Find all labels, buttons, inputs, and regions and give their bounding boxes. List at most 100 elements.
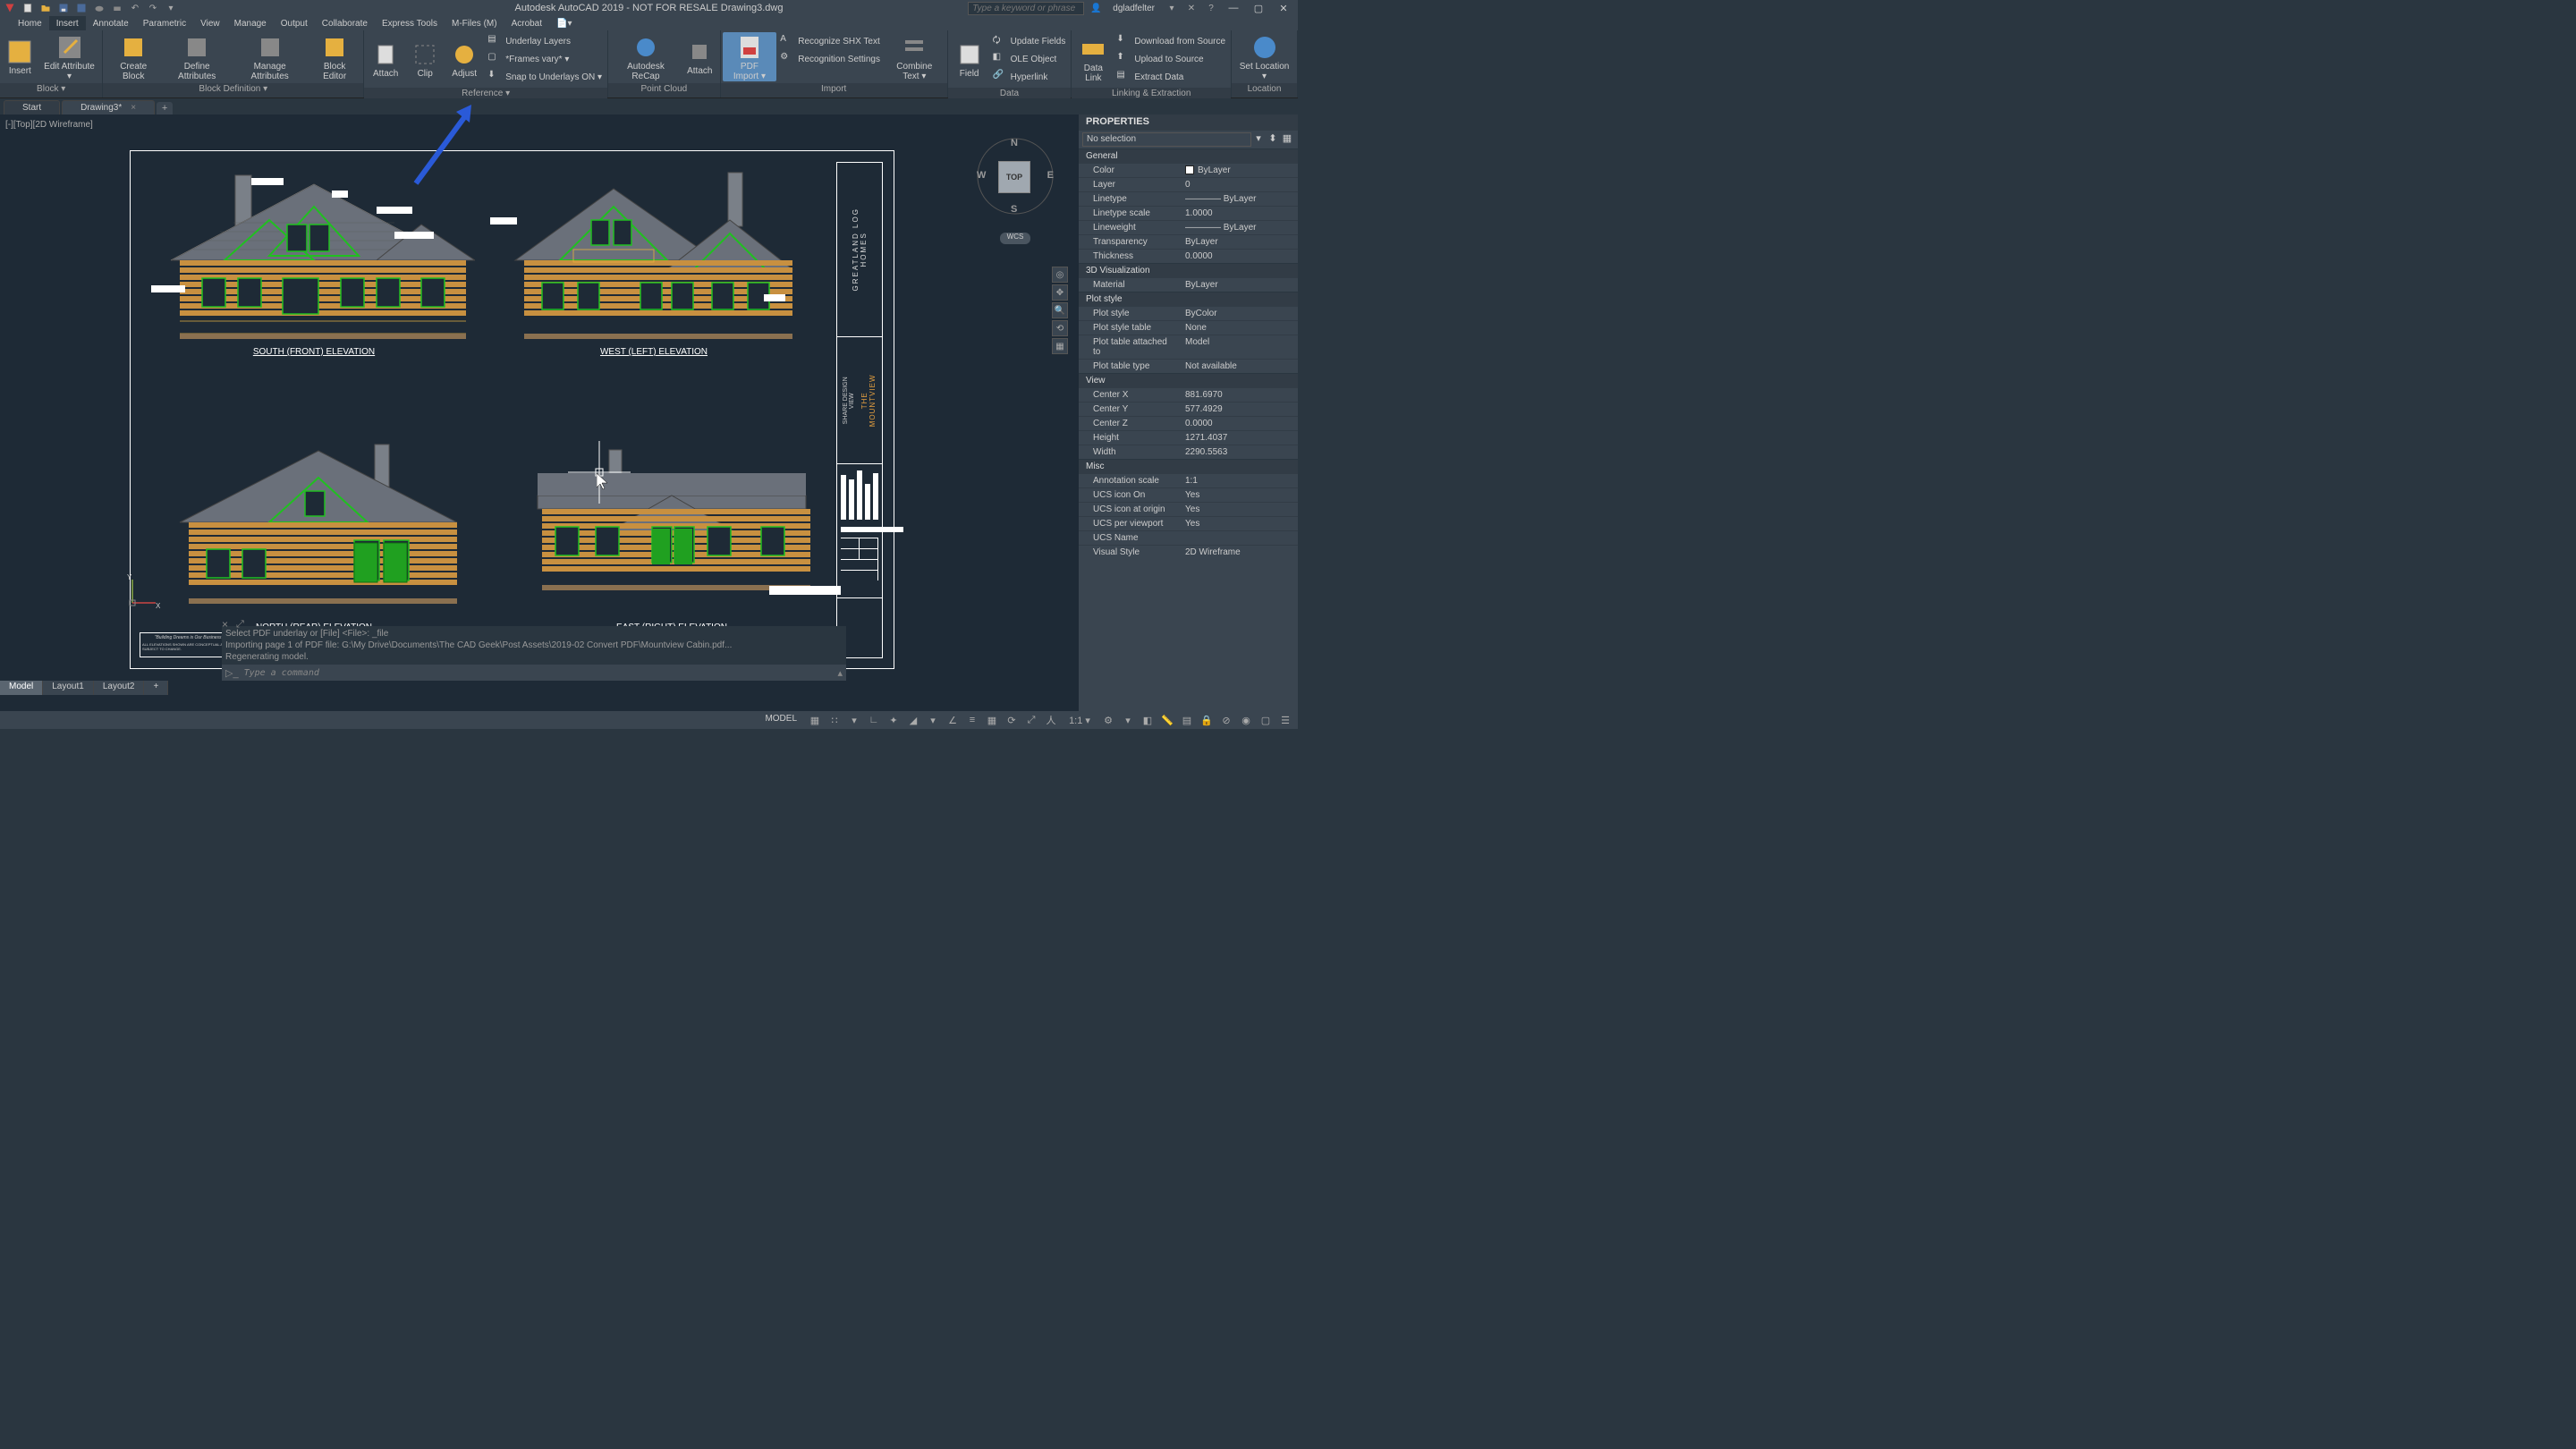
status-snap-icon[interactable]: ∷: [826, 712, 843, 728]
menu-annotate[interactable]: Annotate: [86, 16, 136, 30]
prop-value[interactable]: 1:1: [1182, 475, 1298, 487]
attach-button[interactable]: Attach: [366, 32, 405, 86]
data-link-button[interactable]: Data Link: [1073, 32, 1113, 86]
prop-row[interactable]: Plot styleByColor: [1079, 306, 1298, 320]
ole-object-button[interactable]: ◧OLE Object: [989, 50, 1070, 68]
prop-value[interactable]: ———— ByLayer: [1182, 222, 1298, 233]
underlay-layers-button[interactable]: ▤Underlay Layers: [484, 32, 606, 50]
tab-start[interactable]: Start: [4, 100, 60, 114]
prop-row[interactable]: Thickness0.0000: [1079, 249, 1298, 263]
clip-button[interactable]: Clip: [405, 32, 445, 86]
new-icon[interactable]: [20, 0, 36, 16]
share-icon[interactable]: ▾: [1164, 0, 1180, 16]
prop-section-general[interactable]: General: [1079, 148, 1298, 163]
snap-underlays-button[interactable]: ⬇Snap to Underlays ON ▾: [484, 68, 606, 86]
prop-value[interactable]: 0: [1182, 179, 1298, 191]
status-monitor-icon[interactable]: ◧: [1139, 712, 1157, 728]
status-model[interactable]: MODEL: [758, 712, 804, 728]
prop-value[interactable]: Yes: [1182, 518, 1298, 530]
status-hardware-icon[interactable]: ◉: [1237, 712, 1255, 728]
prop-value[interactable]: 0.0000: [1182, 250, 1298, 262]
prop-row[interactable]: Center Y577.4929: [1079, 402, 1298, 416]
status-osnap-icon[interactable]: ▾: [924, 712, 942, 728]
viewport[interactable]: [-][Top][2D Wireframe] N S E W TOP WCS ◎…: [0, 114, 1079, 711]
prop-value[interactable]: 0.0000: [1182, 418, 1298, 429]
prop-row[interactable]: Height1271.4037: [1079, 430, 1298, 445]
app-logo[interactable]: [2, 0, 18, 16]
minimize-button[interactable]: —: [1223, 0, 1244, 16]
prop-section-misc[interactable]: Misc: [1079, 459, 1298, 473]
menu-mfilesm[interactable]: M-Files (M): [445, 16, 504, 30]
saveas-icon[interactable]: [73, 0, 89, 16]
qat-dropdown[interactable]: ▾: [163, 0, 179, 16]
cmd-handle-icon[interactable]: ⤢: [236, 619, 244, 631]
edit-attribute-button[interactable]: Edit Attribute ▾: [38, 32, 101, 81]
prop-value[interactable]: 1.0000: [1182, 208, 1298, 219]
prop-row[interactable]: MaterialByLayer: [1079, 277, 1298, 292]
prop-row[interactable]: UCS icon OnYes: [1079, 487, 1298, 502]
status-lwt-icon[interactable]: ≡: [963, 712, 981, 728]
status-infer-icon[interactable]: ▾: [845, 712, 863, 728]
status-polar-icon[interactable]: ✦: [885, 712, 902, 728]
help-icon[interactable]: ?: [1203, 0, 1219, 16]
status-units-icon[interactable]: 📏: [1158, 712, 1176, 728]
prop-row[interactable]: Lineweight———— ByLayer: [1079, 220, 1298, 234]
prop-value[interactable]: Model: [1182, 336, 1298, 358]
status-scale[interactable]: 1:1 ▾: [1062, 712, 1097, 728]
prop-row[interactable]: TransparencyByLayer: [1079, 234, 1298, 249]
layout-tab-model[interactable]: Model: [0, 681, 43, 695]
insert-button[interactable]: Insert: [2, 32, 38, 81]
frames-vary-button[interactable]: ▢*Frames vary* ▾: [484, 50, 606, 68]
menu-collaborate[interactable]: Collaborate: [315, 16, 375, 30]
prop-value[interactable]: ByLayer: [1182, 165, 1298, 176]
drawing-canvas[interactable]: SOUTH (FRONT) ELEVATION: [125, 150, 1061, 631]
menu-collapse-icon[interactable]: 📄▾: [549, 16, 579, 30]
recap-button[interactable]: Autodesk ReCap: [610, 32, 682, 81]
menu-parametric[interactable]: Parametric: [136, 16, 193, 30]
create-block-button[interactable]: Create Block: [105, 32, 162, 81]
cloud-icon[interactable]: [91, 0, 107, 16]
user-label[interactable]: dgladfelter: [1107, 3, 1160, 14]
prop-row[interactable]: Center X881.6970: [1079, 387, 1298, 402]
menu-expresstools[interactable]: Express Tools: [375, 16, 445, 30]
status-otrack-icon[interactable]: ∠: [944, 712, 962, 728]
tab-close-icon[interactable]: ×: [131, 103, 136, 113]
prop-toggle-icon[interactable]: ▾: [1251, 132, 1266, 147]
status-grid-icon[interactable]: ▦: [806, 712, 824, 728]
prop-section-view[interactable]: View: [1079, 373, 1298, 387]
prop-row[interactable]: Annotation scale1:1: [1079, 473, 1298, 487]
prop-value[interactable]: None: [1182, 322, 1298, 334]
status-annoscl-icon[interactable]: 人: [1042, 712, 1060, 728]
status-workspace-icon[interactable]: ▾: [1119, 712, 1137, 728]
recognize-shx-button[interactable]: ARecognize SHX Text: [776, 32, 884, 50]
block-panel-title[interactable]: Block ▾: [0, 83, 102, 97]
menu-insert[interactable]: Insert: [49, 16, 86, 30]
layout-tab-layout2[interactable]: Layout2: [94, 681, 145, 695]
set-location-button[interactable]: Set Location ▾: [1233, 32, 1295, 81]
menu-output[interactable]: Output: [274, 16, 315, 30]
prop-value[interactable]: 881.6970: [1182, 389, 1298, 401]
status-annomon-icon[interactable]: ⤢: [1022, 712, 1040, 728]
reference-panel-title[interactable]: Reference ▾: [364, 88, 607, 98]
extract-data-button[interactable]: ▤Extract Data: [1113, 68, 1229, 86]
prop-row[interactable]: UCS Name: [1079, 530, 1298, 545]
maximize-button[interactable]: ▢: [1248, 0, 1269, 16]
prop-value[interactable]: Not available: [1182, 360, 1298, 372]
search-input[interactable]: [968, 2, 1084, 15]
save-icon[interactable]: [55, 0, 72, 16]
status-ortho-icon[interactable]: ∟: [865, 712, 883, 728]
status-clean-icon[interactable]: ▢: [1257, 712, 1275, 728]
pc-attach-button[interactable]: Attach: [682, 32, 718, 81]
prop-value[interactable]: 577.4929: [1182, 403, 1298, 415]
menu-view[interactable]: View: [193, 16, 227, 30]
layout-tab-layout1[interactable]: Layout1: [43, 681, 94, 695]
pdf-import-button[interactable]: PDF Import ▾: [723, 32, 777, 81]
status-cycle-icon[interactable]: ⟳: [1003, 712, 1021, 728]
prop-section-dvisualization[interactable]: 3D Visualization: [1079, 263, 1298, 277]
prop-value[interactable]: ByLayer: [1182, 236, 1298, 248]
prop-pick-icon[interactable]: ▦: [1280, 132, 1294, 147]
prop-value[interactable]: Yes: [1182, 504, 1298, 515]
prop-value[interactable]: ByLayer: [1182, 279, 1298, 291]
layout-tab-add[interactable]: +: [144, 681, 168, 695]
recognition-settings-button[interactable]: ⚙Recognition Settings: [776, 50, 884, 68]
